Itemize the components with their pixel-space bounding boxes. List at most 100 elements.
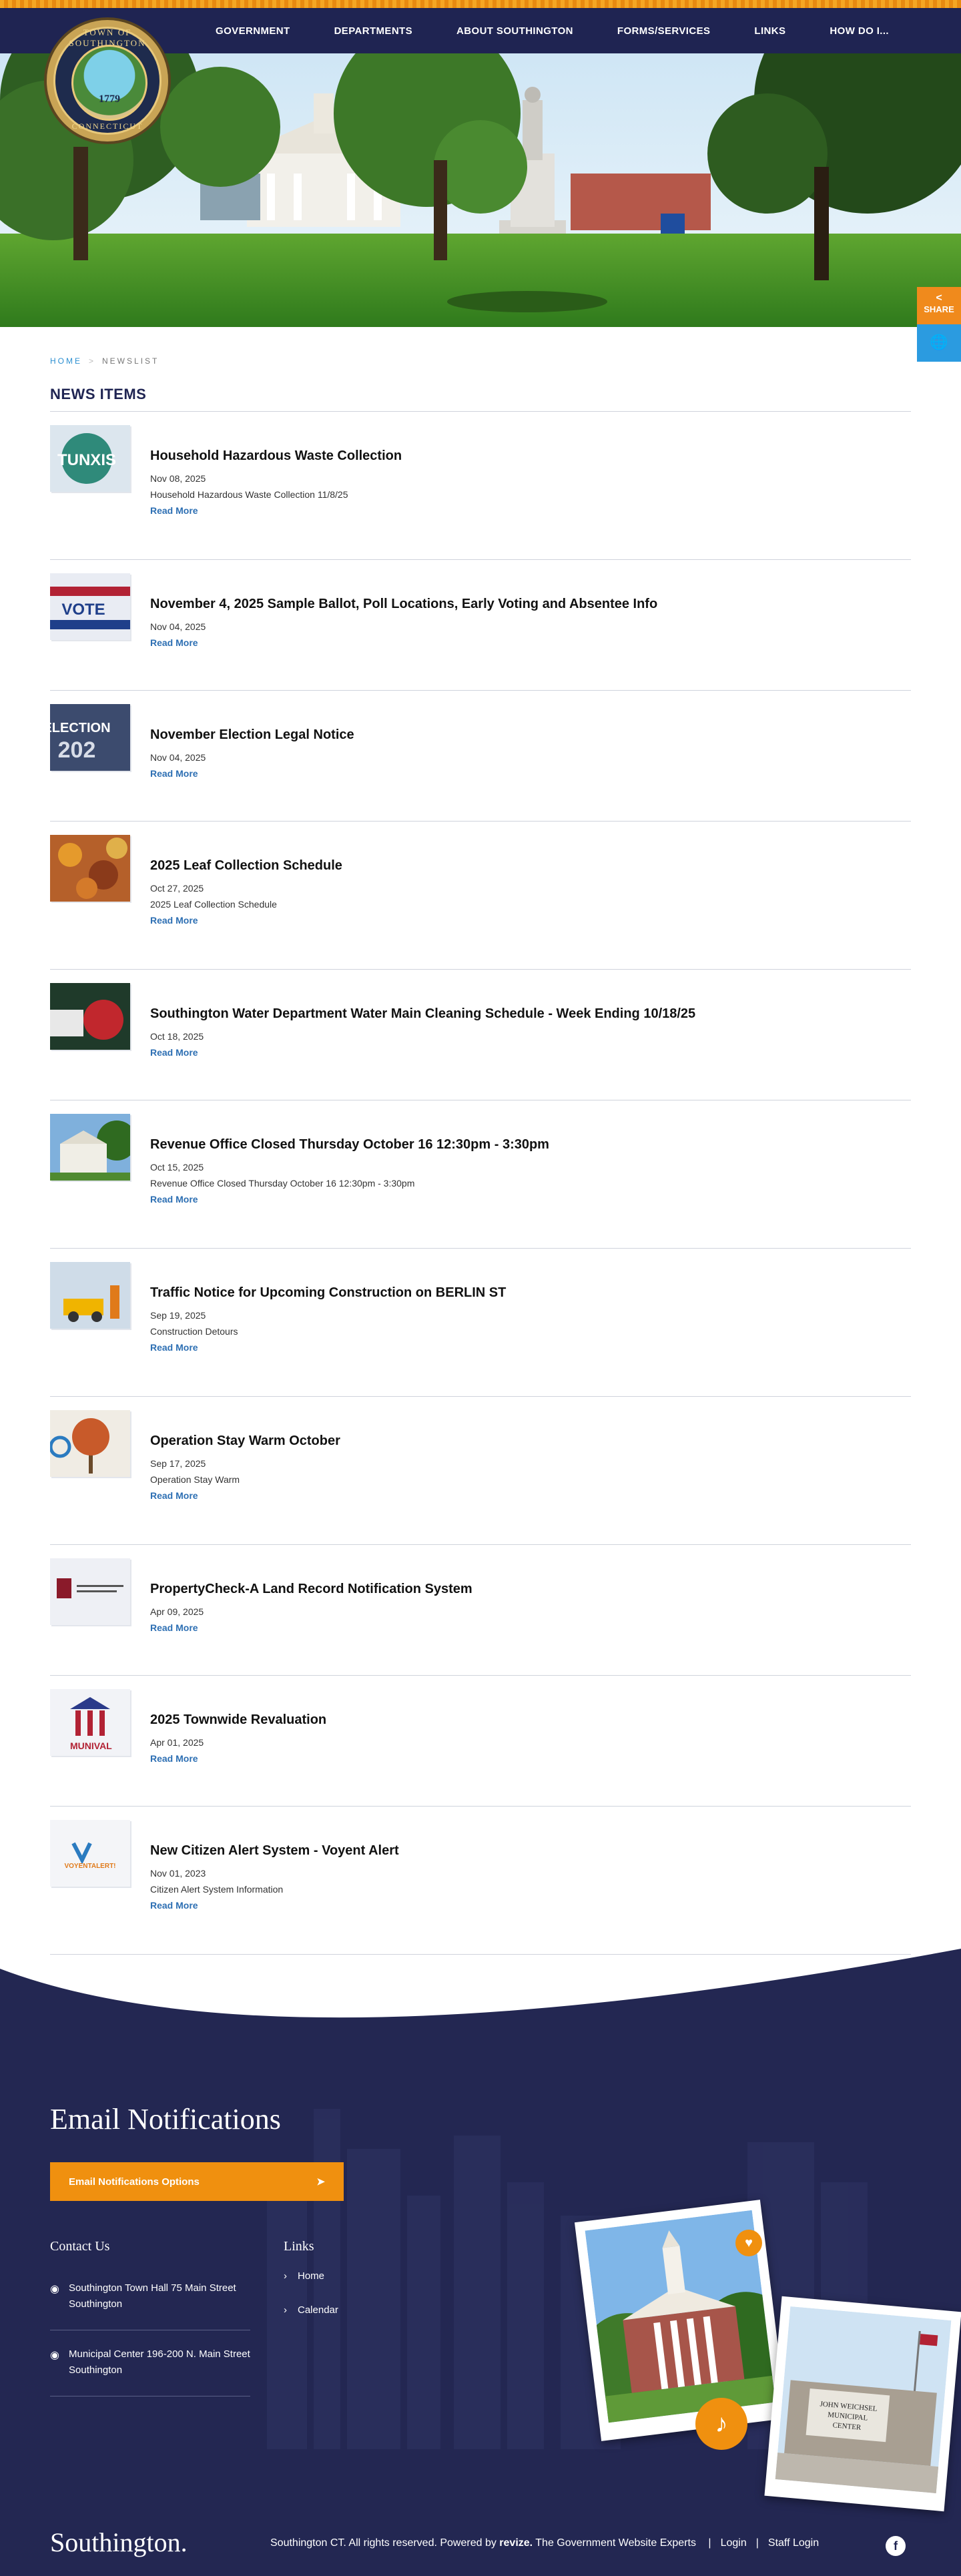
- read-more-link[interactable]: Read More: [150, 768, 198, 779]
- facebook-icon[interactable]: f: [886, 2536, 906, 2556]
- svg-text:ELECTION: ELECTION: [50, 721, 111, 735]
- news-text: Revenue Office Closed Thursday October 1…: [150, 1137, 898, 1206]
- seal-bottom-text: CONNECTICUT: [71, 121, 143, 131]
- translate-button[interactable]: 🌐: [917, 324, 961, 362]
- news-text: 2025 Townwide Revaluation Apr 01, 2025 Rea…: [150, 1712, 898, 1765]
- news-title[interactable]: November 4, 2025 Sample Ballot, Poll Loc…: [150, 597, 898, 612]
- location-pin-icon: ◉: [50, 2284, 59, 2295]
- news-thumbnail[interactable]: [50, 1114, 130, 1181]
- news-item: VOYENTALERT! New Citizen Alert System - V…: [50, 1807, 911, 1955]
- copyright-text: Southington CT. All rights reserved. Pow…: [270, 2537, 497, 2549]
- news-date: Apr 01, 2025: [150, 1737, 204, 1748]
- top-accent-stripe: [0, 0, 961, 8]
- news-item: PropertyCheck-A Land Record Notification…: [50, 1545, 911, 1676]
- main-nav: GOVERNMENT DEPARTMENTS ABOUT SOUTHINGTON…: [194, 8, 911, 53]
- svg-text:VOYENTALERT!: VOYENTALERT!: [64, 1863, 115, 1870]
- news-description: Revenue Office Closed Thursday October 1…: [150, 1178, 415, 1189]
- news-date: Oct 27, 2025: [150, 883, 204, 894]
- news-item: Traffic Notice for Upcoming Construction…: [50, 1249, 911, 1397]
- breadcrumb-home[interactable]: HOME: [50, 356, 82, 366]
- news-list: TUNXIS Household Hazardous Waste Collecti…: [50, 412, 911, 1955]
- footer-link-home[interactable]: › Home: [284, 2270, 324, 2282]
- send-icon: ➤: [316, 2176, 325, 2188]
- news-text: Operation Stay Warm October Sep 17, 2025 O…: [150, 1433, 898, 1502]
- news-item: TUNXIS Household Hazardous Waste Collecti…: [50, 412, 911, 560]
- footer-link-calendar[interactable]: › Calendar: [284, 2304, 338, 2316]
- nav-forms-services[interactable]: FORMS/SERVICES: [595, 25, 733, 37]
- news-thumbnail[interactable]: TUNXIS: [50, 425, 130, 492]
- email-notifications-button-label: Email Notifications Options: [69, 2176, 200, 2188]
- svg-text:MUNIVAL: MUNIVAL: [70, 1740, 112, 1751]
- news-date: Nov 04, 2025: [150, 752, 206, 763]
- nav-government[interactable]: GOVERNMENT: [194, 25, 312, 37]
- news-title[interactable]: Traffic Notice for Upcoming Construction…: [150, 1285, 898, 1301]
- login-link[interactable]: Login: [721, 2537, 747, 2549]
- news-date: Nov 01, 2023: [150, 1868, 206, 1879]
- chevron-right-icon: ›: [284, 2304, 287, 2316]
- footer-brand: Southington.: [50, 2527, 188, 2557]
- news-date: Nov 08, 2025: [150, 473, 206, 484]
- read-more-link[interactable]: Read More: [150, 915, 198, 926]
- news-title[interactable]: 2025 Leaf Collection Schedule: [150, 858, 898, 874]
- news-thumbnail[interactable]: [50, 1558, 130, 1625]
- news-thumbnail[interactable]: VOTE: [50, 573, 130, 640]
- news-item: Revenue Office Closed Thursday October 1…: [50, 1100, 911, 1249]
- divider: |: [755, 2537, 759, 2549]
- news-item: 2025 Leaf Collection Schedule Oct 27, 202…: [50, 822, 911, 970]
- news-description: Household Hazardous Waste Collection 11/…: [150, 489, 348, 500]
- news-date: Sep 19, 2025: [150, 1310, 206, 1321]
- read-more-link[interactable]: Read More: [150, 505, 198, 516]
- news-thumbnail[interactable]: [50, 983, 130, 1050]
- news-date: Apr 09, 2025: [150, 1606, 204, 1617]
- heart-icon: ♥: [735, 2230, 762, 2256]
- read-more-link[interactable]: Read More: [150, 1342, 198, 1353]
- news-title[interactable]: 2025 Townwide Revaluation: [150, 1712, 898, 1728]
- svg-text:VOTE: VOTE: [61, 601, 105, 619]
- seal-year: 1779: [99, 93, 120, 105]
- news-thumbnail[interactable]: [50, 1410, 130, 1477]
- news-thumbnail[interactable]: [50, 835, 130, 902]
- news-date: Oct 18, 2025: [150, 1031, 204, 1042]
- news-description: Citizen Alert System Information: [150, 1884, 284, 1895]
- read-more-link[interactable]: Read More: [150, 637, 198, 648]
- news-title[interactable]: November Election Legal Notice: [150, 727, 898, 743]
- news-description: Operation Stay Warm: [150, 1474, 240, 1485]
- nav-departments[interactable]: DEPARTMENTS: [312, 25, 434, 37]
- read-more-link[interactable]: Read More: [150, 1900, 198, 1911]
- news-text: Traffic Notice for Upcoming Construction…: [150, 1285, 898, 1354]
- email-notifications-button[interactable]: Email Notifications Options ➤: [50, 2162, 344, 2201]
- email-notifications-title: Email Notifications: [50, 2103, 281, 2136]
- share-button[interactable]: < SHARE: [917, 287, 961, 324]
- news-title[interactable]: Operation Stay Warm October: [150, 1433, 898, 1449]
- read-more-link[interactable]: Read More: [150, 1622, 198, 1633]
- news-thumbnail[interactable]: MUNIVAL: [50, 1689, 130, 1756]
- news-title[interactable]: New Citizen Alert System - Voyent Alert: [150, 1843, 898, 1859]
- news-thumbnail[interactable]: ELECTION 202: [50, 704, 130, 771]
- staff-login-link[interactable]: Staff Login: [768, 2537, 819, 2549]
- footer-link-calendar-label: Calendar: [298, 2304, 338, 2316]
- news-title[interactable]: Household Hazardous Waste Collection: [150, 448, 898, 464]
- svg-text:TUNXIS: TUNXIS: [57, 451, 116, 469]
- read-more-link[interactable]: Read More: [150, 1194, 198, 1205]
- address-town-hall-text: Southington Town Hall 75 Main Street Sou…: [69, 2282, 236, 2310]
- nav-links[interactable]: LINKS: [732, 25, 808, 37]
- news-description: 2025 Leaf Collection Schedule: [150, 899, 277, 910]
- revize-link[interactable]: revize.: [499, 2537, 533, 2549]
- news-text: 2025 Leaf Collection Schedule Oct 27, 202…: [150, 858, 898, 927]
- news-thumbnail[interactable]: [50, 1262, 130, 1329]
- chevron-right-icon: ›: [284, 2270, 287, 2282]
- news-title[interactable]: Southington Water Department Water Main …: [150, 1006, 898, 1022]
- svg-text:202: 202: [58, 737, 96, 763]
- news-title[interactable]: Revenue Office Closed Thursday October 1…: [150, 1137, 898, 1153]
- read-more-link[interactable]: Read More: [150, 1490, 198, 1501]
- town-seal-logo[interactable]: TOWN OF SOUTHINGTON 1779 CONNECTICUT: [44, 17, 171, 144]
- read-more-link[interactable]: Read More: [150, 1047, 198, 1058]
- news-item: Southington Water Department Water Main …: [50, 970, 911, 1100]
- news-thumbnail[interactable]: VOYENTALERT!: [50, 1820, 130, 1887]
- read-more-link[interactable]: Read More: [150, 1753, 198, 1764]
- nav-how-do-i[interactable]: HOW DO I...: [808, 25, 911, 37]
- breadcrumb-current: NEWSLIST: [102, 356, 159, 366]
- nav-about-southington[interactable]: ABOUT SOUTHINGTON: [434, 25, 595, 37]
- news-title[interactable]: PropertyCheck-A Land Record Notification…: [150, 1582, 898, 1597]
- news-text: Household Hazardous Waste Collection Nov …: [150, 448, 898, 517]
